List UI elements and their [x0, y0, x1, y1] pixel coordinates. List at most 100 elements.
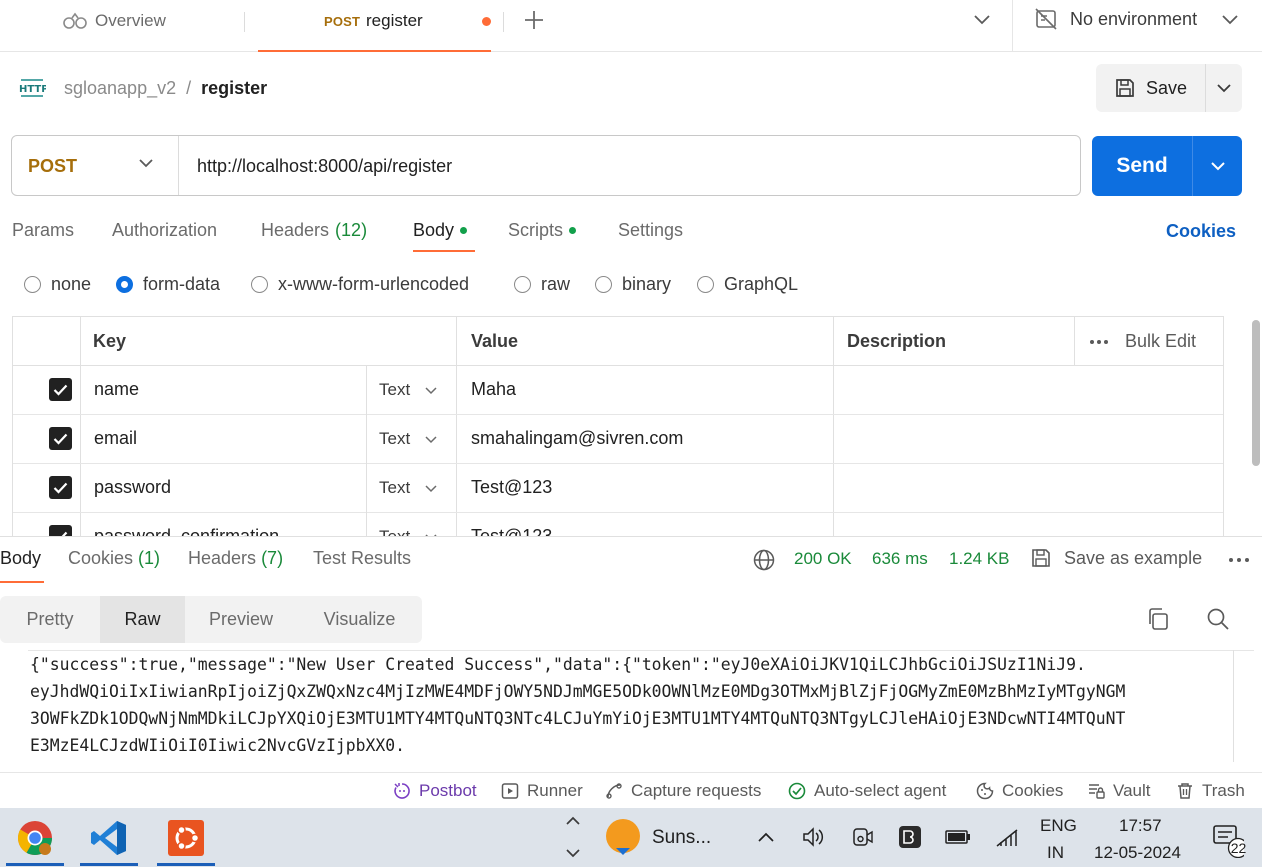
save-options-chevron-down-icon[interactable]	[1206, 64, 1242, 112]
capture-requests-button[interactable]: Capture requests	[605, 781, 761, 801]
tab-register[interactable]: POST register	[258, 0, 491, 52]
more-horizontal-icon	[1089, 339, 1109, 345]
response-tab-cookies[interactable]: Cookies (1)	[68, 548, 160, 569]
clock-time[interactable]: 17:57	[1119, 816, 1162, 836]
tab-settings[interactable]: Settings	[618, 220, 683, 241]
wifi-icon[interactable]	[995, 828, 1021, 848]
save-button[interactable]: Save	[1096, 64, 1206, 112]
language-primary[interactable]: ENG	[1040, 816, 1077, 836]
response-tab-test-results[interactable]: Test Results	[313, 548, 411, 569]
row-type-select[interactable]: Text	[379, 478, 438, 498]
camera-icon[interactable]	[850, 826, 874, 848]
runner-label: Runner	[527, 781, 583, 800]
environment-selector[interactable]: No environment	[1034, 8, 1239, 30]
tab-overview[interactable]: Overview	[63, 10, 166, 32]
row-value[interactable]: Maha	[471, 379, 516, 400]
notifications-icon[interactable]: 22	[1212, 824, 1246, 858]
taskbar-chrome[interactable]	[6, 808, 64, 867]
response-body[interactable]: {"success":true,"message":"New User Crea…	[28, 650, 1254, 760]
overview-label: Overview	[95, 11, 166, 30]
tabs-dropdown-chevron-down-icon[interactable]	[973, 13, 991, 25]
response-line: eyJhdWQiOiIxIiwianRpIjoiZjQxZWQxNzc4MjIz…	[30, 682, 1126, 701]
search-icon[interactable]	[1206, 607, 1230, 631]
taskbar-vscode[interactable]	[80, 808, 138, 867]
runner-button[interactable]: Runner	[501, 781, 583, 801]
method-select[interactable]: POST	[28, 156, 77, 177]
weather-label[interactable]: Suns...	[652, 827, 711, 849]
http-icon-text: HTTP	[19, 84, 46, 95]
clock-date[interactable]: 12-05-2024	[1094, 843, 1181, 863]
row-value[interactable]: Test@123	[471, 477, 552, 498]
battery-icon[interactable]	[944, 828, 972, 846]
row-type-select[interactable]: Text	[379, 429, 438, 449]
cookies-link[interactable]: Cookies	[1166, 221, 1236, 242]
taskbar-ubuntu[interactable]	[157, 808, 215, 867]
tab-authorization[interactable]: Authorization	[112, 220, 217, 241]
row-type-label: Text	[379, 478, 411, 497]
row-checkbox[interactable]	[49, 476, 72, 499]
row-checkbox[interactable]	[49, 525, 72, 536]
radio-binary[interactable]: binary	[595, 274, 671, 295]
response-time[interactable]: 636 ms	[872, 549, 928, 569]
column-key: Key	[93, 330, 127, 351]
row-key[interactable]: email	[94, 428, 137, 449]
send-button-group: Send	[1092, 136, 1242, 196]
floppy-disk-icon	[1114, 77, 1136, 99]
tab-params[interactable]: Params	[12, 220, 74, 241]
row-key[interactable]: password_confirmation	[94, 526, 279, 536]
row-key[interactable]: password	[94, 477, 171, 498]
method-chevron-down-icon[interactable]	[138, 158, 154, 168]
postbot-button[interactable]: Postbot	[393, 781, 477, 801]
response-tab-body[interactable]: Body	[0, 548, 41, 569]
response-status[interactable]: 200 OK	[794, 549, 852, 569]
view-preview[interactable]: Preview	[185, 596, 297, 643]
taskbar-scroll-chevron-up-icon[interactable]	[563, 814, 583, 828]
view-raw[interactable]: Raw	[100, 596, 185, 643]
copy-icon[interactable]	[1146, 607, 1170, 631]
url-input[interactable]: http://localhost:8000/api/register	[197, 156, 452, 177]
row-type-select[interactable]: Text	[379, 527, 438, 536]
save-as-example-button[interactable]: Save as example	[1030, 547, 1202, 569]
response-size[interactable]: 1.24 KB	[949, 549, 1010, 569]
tab-body[interactable]: Body	[413, 220, 468, 241]
radio-x-www-form-urlencoded[interactable]: x-www-form-urlencoded	[251, 274, 469, 295]
send-options-chevron-down-icon[interactable]	[1193, 136, 1242, 196]
globe-icon[interactable]	[752, 548, 776, 572]
breadcrumb-collection[interactable]: sgloanapp_v2	[64, 78, 176, 99]
response-scrollbar[interactable]	[1233, 650, 1234, 762]
request-scrollbar[interactable]	[1252, 320, 1260, 466]
tab-scripts[interactable]: Scripts	[508, 220, 577, 241]
row-key[interactable]: name	[94, 379, 139, 400]
auto-select-agent-button[interactable]: Auto-select agent	[788, 781, 946, 801]
language-secondary[interactable]: IN	[1047, 843, 1064, 863]
new-tab-plus-icon[interactable]	[523, 9, 545, 31]
weather-sun-icon[interactable]	[604, 818, 642, 856]
radio-form-data[interactable]: form-data	[116, 274, 220, 295]
trash-button[interactable]: Trash	[1176, 781, 1245, 801]
radio-graphql[interactable]: GraphQL	[697, 274, 798, 295]
view-pretty[interactable]: Pretty	[0, 596, 100, 643]
bulk-edit-button[interactable]: Bulk Edit	[1089, 331, 1196, 352]
row-value[interactable]: Test@123	[471, 526, 552, 536]
column-divider	[366, 366, 367, 536]
row-checkbox[interactable]	[49, 427, 72, 450]
send-button[interactable]: Send	[1092, 136, 1193, 196]
radio-raw[interactable]: raw	[514, 274, 570, 295]
tray-expand-chevron-up-icon[interactable]	[756, 830, 776, 844]
vault-button[interactable]: Vault	[1087, 781, 1151, 801]
response-tab-headers[interactable]: Headers (7)	[188, 548, 283, 569]
taskbar-scroll-chevron-down-icon[interactable]	[563, 846, 583, 860]
response-more-icon[interactable]	[1228, 557, 1250, 563]
row-value[interactable]: smahalingam@sivren.com	[471, 428, 683, 449]
cookies-footer-button[interactable]: Cookies	[976, 781, 1063, 801]
tab-headers[interactable]: Headers (12)	[261, 220, 367, 241]
breadcrumb-request[interactable]: register	[201, 78, 267, 99]
row-type-select[interactable]: Text	[379, 380, 438, 400]
app-tray-icon[interactable]	[898, 825, 922, 849]
response-divider[interactable]	[0, 536, 1262, 537]
radio-none[interactable]: none	[24, 274, 91, 295]
view-visualize[interactable]: Visualize	[297, 596, 422, 643]
table-row: name Text Maha	[13, 366, 1223, 415]
row-checkbox[interactable]	[49, 378, 72, 401]
volume-icon[interactable]	[802, 826, 826, 848]
